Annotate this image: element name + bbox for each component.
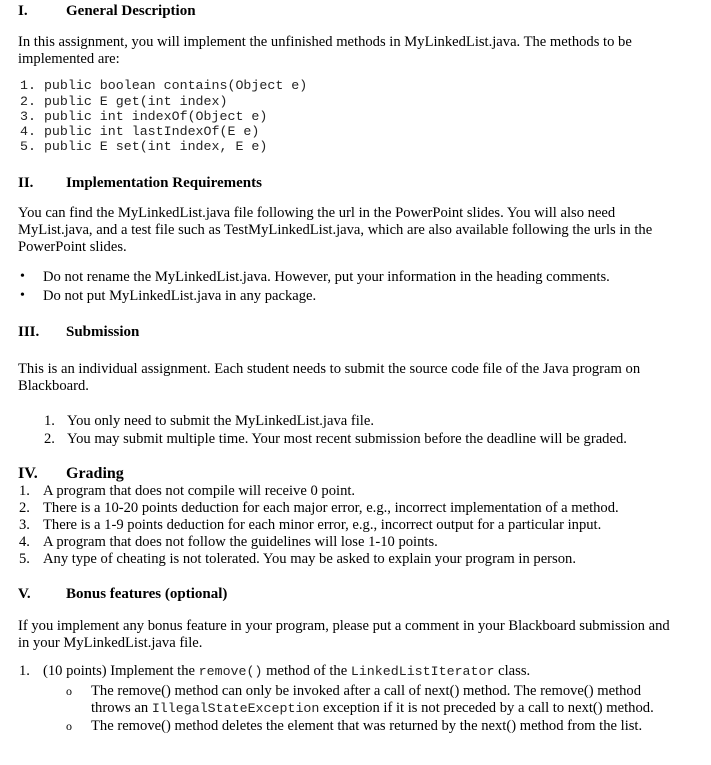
- list-number: 1.: [19, 483, 30, 499]
- list-number: 5.: [19, 551, 30, 567]
- method-list: 1. public boolean contains(Object e) 2. …: [0, 78, 700, 158]
- paragraph-line: In this assignment, you will implement t…: [18, 34, 632, 50]
- list-number: 1.: [44, 413, 55, 429]
- list-item: 5. Any type of cheating is not tolerated…: [0, 551, 700, 568]
- list-text: A program that does not compile will rec…: [43, 483, 356, 499]
- sub-bullet-text: The remove() method can only be invoked …: [91, 683, 642, 699]
- sub-bullet-item: o The remove() method can only be invoke…: [0, 683, 711, 719]
- bonus-item-text: (10 points) Implement the remove() metho…: [43, 663, 530, 680]
- list-number: 2.: [19, 500, 30, 516]
- code-illegal-state-exception: IllegalStateException: [151, 701, 320, 716]
- paragraph-line: If you implement any bonus feature in yo…: [18, 618, 670, 634]
- circle-bullet-icon: o: [66, 719, 72, 733]
- section-heading-grading: IV. Grading: [18, 465, 418, 483]
- circle-bullet-icon: o: [66, 684, 72, 698]
- method-item: 3. public int indexOf(Object e): [20, 109, 268, 124]
- section-heading-general-description: I. General Description: [18, 3, 418, 21]
- list-number: 4.: [19, 534, 30, 550]
- bonus-item-line: 1. (10 points) Implement the remove() me…: [0, 663, 711, 680]
- bullet-icon: •: [20, 269, 25, 284]
- text: (10 points) Implement the: [43, 663, 199, 679]
- section-heading-implementation-requirements: II. Implementation Requirements: [18, 175, 418, 193]
- method-item: 4. public int lastIndexOf(E e): [20, 124, 260, 139]
- section-title: Bonus features (optional): [66, 586, 228, 602]
- section-numeral: I.: [18, 3, 28, 19]
- list-number: 2.: [44, 431, 55, 447]
- bullet-text: Do not put MyLinkedList.java in any pack…: [43, 288, 317, 304]
- sub-bullet-text: The remove() method deletes the element …: [91, 718, 643, 734]
- list-item: 2. You may submit multiple time. Your mo…: [0, 431, 700, 449]
- list-text: Any type of cheating is not tolerated. Y…: [43, 551, 576, 567]
- list-item: 1. A program that does not compile will …: [0, 483, 700, 500]
- code-remove: remove(): [198, 664, 263, 679]
- method-item: 5. public E set(int index, E e): [20, 139, 268, 154]
- paragraph-line: implemented are:: [18, 51, 120, 67]
- section-title: General Description: [66, 3, 196, 19]
- requirements-bullet-list: • Do not rename the MyLinkedList.java. H…: [0, 269, 700, 309]
- text: throws an: [91, 700, 152, 716]
- list-item: 1. You only need to submit the MyLinkedL…: [0, 413, 700, 431]
- list-text: There is a 1-9 points deduction for each…: [43, 517, 602, 533]
- sub-bullet-text-continued: throws an IllegalStateException exceptio…: [91, 700, 654, 717]
- bonus-paragraph: If you implement any bonus feature in yo…: [18, 618, 670, 652]
- submission-list: 1. You only need to submit the MyLinkedL…: [0, 413, 700, 453]
- paragraph-line: in your MyLinkedList.java file.: [18, 635, 203, 651]
- bonus-item: 1. (10 points) Implement the remove() me…: [0, 663, 711, 743]
- general-description-paragraph: In this assignment, you will implement t…: [18, 34, 632, 68]
- paragraph-line: MyList.java, and a test file such as Tes…: [18, 222, 653, 238]
- section-heading-bonus-features: V. Bonus features (optional): [18, 586, 418, 604]
- section-title: Grading: [66, 465, 124, 482]
- list-text: A program that does not follow the guide…: [43, 534, 438, 550]
- list-item: 3. There is a 1-9 points deduction for e…: [0, 517, 700, 534]
- submission-paragraph: This is an individual assignment. Each s…: [18, 361, 640, 395]
- list-number: 3.: [19, 517, 30, 533]
- section-numeral: V.: [18, 586, 31, 602]
- grading-list: 1. A program that does not compile will …: [0, 483, 700, 573]
- list-text: There is a 10-20 points deduction for ea…: [43, 500, 619, 516]
- section-numeral: III.: [18, 324, 40, 340]
- method-item: 2. public E get(int index): [20, 94, 228, 109]
- list-number: 1.: [19, 663, 30, 679]
- paragraph-line: PowerPoint slides.: [18, 239, 127, 255]
- section-numeral: II.: [18, 175, 34, 191]
- paragraph-line: You can find the MyLinkedList.java file …: [18, 205, 616, 221]
- bullet-item: • Do not rename the MyLinkedList.java. H…: [0, 269, 700, 287]
- text: class.: [494, 663, 531, 679]
- bullet-text: Do not rename the MyLinkedList.java. How…: [43, 269, 610, 285]
- sub-bullet-item: o The remove() method deletes the elemen…: [0, 718, 711, 736]
- paragraph-line: Blackboard.: [18, 378, 89, 394]
- bullet-item: • Do not put MyLinkedList.java in any pa…: [0, 288, 700, 306]
- text: exception if it is not preceded by a cal…: [319, 700, 654, 716]
- section-heading-submission: III. Submission: [18, 324, 418, 342]
- list-item: 4. A program that does not follow the gu…: [0, 534, 700, 551]
- section-title: Implementation Requirements: [66, 175, 262, 191]
- list-text: You only need to submit the MyLinkedList…: [67, 413, 374, 429]
- code-linked-list-iterator: LinkedListIterator: [350, 664, 495, 679]
- list-item: 2. There is a 10-20 points deduction for…: [0, 500, 700, 517]
- section-title: Submission: [66, 324, 140, 340]
- implementation-requirements-paragraph: You can find the MyLinkedList.java file …: [18, 205, 652, 256]
- text: method of the: [262, 663, 351, 679]
- section-numeral: IV.: [18, 465, 38, 482]
- list-text: You may submit multiple time. Your most …: [67, 431, 627, 447]
- paragraph-line: This is an individual assignment. Each s…: [18, 361, 641, 377]
- bullet-icon: •: [20, 288, 25, 303]
- method-item: 1. public boolean contains(Object e): [20, 78, 308, 93]
